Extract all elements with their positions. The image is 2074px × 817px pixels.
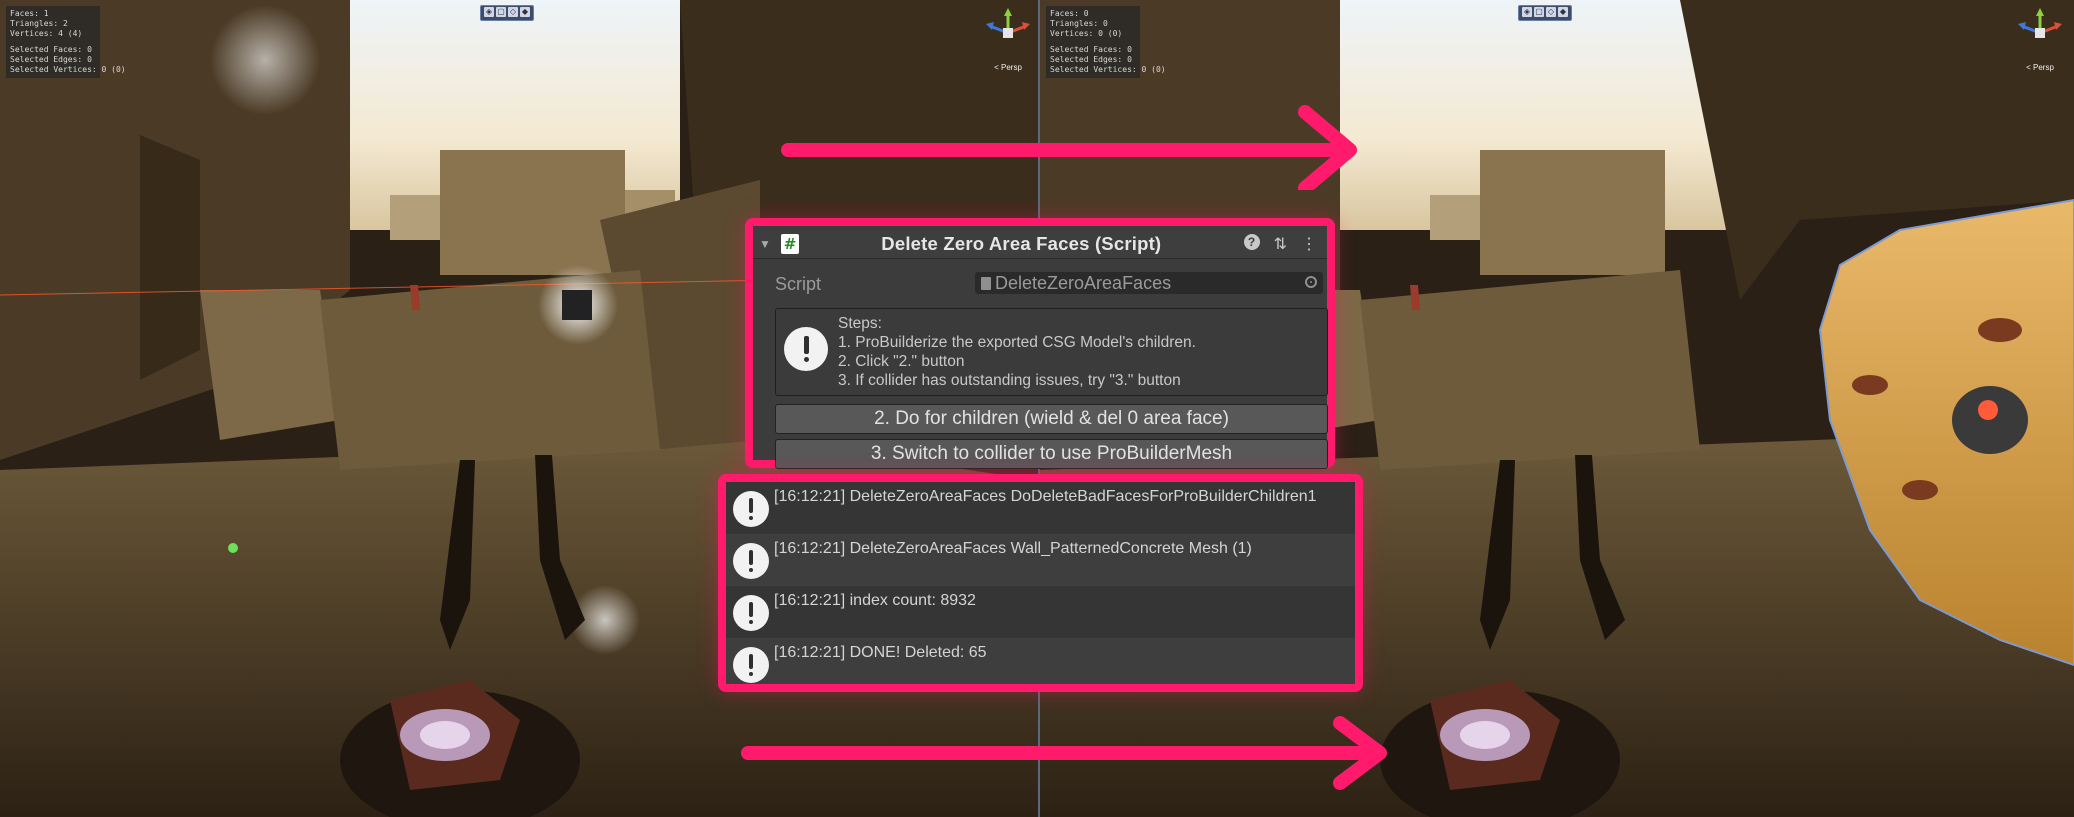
help-box: Steps: 1. ProBuilderize the exported CSG… [775,308,1328,396]
projection-label[interactable]: < Persp [978,63,1038,72]
component-header[interactable]: ▼ # Delete Zero Area Faces (Script) ? ⇅ … [753,230,1327,259]
kebab-menu-icon[interactable]: ⋮ [1301,234,1317,254]
info-icon [733,595,769,631]
log-message: [16:12:21] index count: 8932 [774,592,976,609]
stat-selected-vertices: Selected Vertices: 0 (0) [10,65,126,74]
stat-selected-faces: Selected Faces: 0 [1050,45,1132,54]
log-entry[interactable]: [16:12:21] DeleteZeroAreaFaces Wall_Patt… [726,534,1355,586]
stat-selected-edges: Selected Edges: 0 [10,55,92,64]
info-icon [733,543,769,579]
help-line: 2. Click "2." button [838,353,965,370]
stat-triangles: Triangles: 2 [10,19,68,28]
vertex-mode-icon[interactable]: ▢ [496,7,506,17]
log-message: [16:12:21] DeleteZeroAreaFaces DoDeleteB… [774,488,1317,505]
do-for-children-button[interactable]: 2. Do for children (wield & del 0 area f… [775,404,1328,434]
log-message: [16:12:21] DONE! Deleted: 65 [774,644,987,661]
help-line: 1. ProBuilderize the exported CSG Model'… [838,334,1196,351]
face-mode-icon[interactable]: ◆ [1558,7,1568,17]
info-icon [784,327,828,371]
help-icon[interactable]: ? [1243,234,1260,250]
object-picker-icon[interactable] [1305,276,1317,288]
info-icon [733,491,769,527]
info-icon [733,647,769,683]
help-line: Steps: [838,315,882,332]
face-mode-icon[interactable]: ◆ [520,7,530,17]
vertex-mode-icon[interactable]: ▢ [1534,7,1544,17]
switch-collider-button[interactable]: 3. Switch to collider to use ProBuilderM… [775,439,1328,469]
presets-icon[interactable]: ⇅ [1274,234,1287,254]
log-entry[interactable]: [16:12:21] index count: 8932 [726,586,1355,638]
stat-triangles: Triangles: 0 [1050,19,1108,28]
script-label: Script [775,274,822,294]
log-entry[interactable]: [16:12:21] DONE! Deleted: 65 [726,638,1355,684]
component-inspector: ▼ # Delete Zero Area Faces (Script) ? ⇅ … [745,218,1335,469]
log-message: [16:12:21] DeleteZeroAreaFaces Wall_Patt… [774,540,1252,557]
stat-selected-edges: Selected Edges: 0 [1050,55,1132,64]
log-entry[interactable]: [16:12:21] DeleteZeroAreaFaces DoDeleteB… [726,482,1355,534]
axis-gizmo-icon [2018,8,2062,38]
csharp-script-icon: # [781,234,799,254]
scene-view-toolbar: ◈ ▢ ◇ ◆ [1518,5,1572,21]
orientation-gizmo[interactable]: < Persp [978,6,1038,72]
script-object-field[interactable]: DeleteZeroAreaFaces [975,272,1323,294]
right-arrow-icon [781,105,1357,190]
help-line: 3. If collider has outstanding issues, t… [838,372,1181,389]
select-mode-icon[interactable]: ◈ [1522,7,1532,17]
script-field-row: Script DeleteZeroAreaFaces [775,272,1323,294]
right-arrow-icon [741,716,1387,790]
select-mode-icon[interactable]: ◈ [484,7,494,17]
axis-gizmo-icon [986,8,1030,38]
stat-faces: Faces: 0 [1050,9,1089,18]
component-title: Delete Zero Area Faces (Script) [881,233,1162,254]
stat-vertices: Vertices: 4 (4) [10,29,83,38]
edge-mode-icon[interactable]: ◇ [508,7,518,17]
script-file-icon [981,277,991,290]
stat-selected-faces: Selected Faces: 0 [10,45,92,54]
console-log: [16:12:21] DeleteZeroAreaFaces DoDeleteB… [718,474,1363,692]
foldout-arrow-icon[interactable]: ▼ [759,237,773,251]
scene-view-toolbar: ◈ ▢ ◇ ◆ [480,5,534,21]
script-field-value: DeleteZeroAreaFaces [995,273,1172,293]
orientation-gizmo[interactable]: < Persp [2010,6,2070,72]
edge-mode-icon[interactable]: ◇ [1546,7,1556,17]
stat-selected-vertices: Selected Vertices: 0 (0) [1050,65,1166,74]
mesh-stats-overlay: Faces: 0 Triangles: 0 Vertices: 0 (0) Se… [1046,6,1166,78]
projection-label[interactable]: < Persp [2010,63,2070,72]
stat-faces: Faces: 1 [10,9,49,18]
stat-vertices: Vertices: 0 (0) [1050,29,1123,38]
mesh-stats-overlay: Faces: 1 Triangles: 2 Vertices: 4 (4) Se… [6,6,126,78]
